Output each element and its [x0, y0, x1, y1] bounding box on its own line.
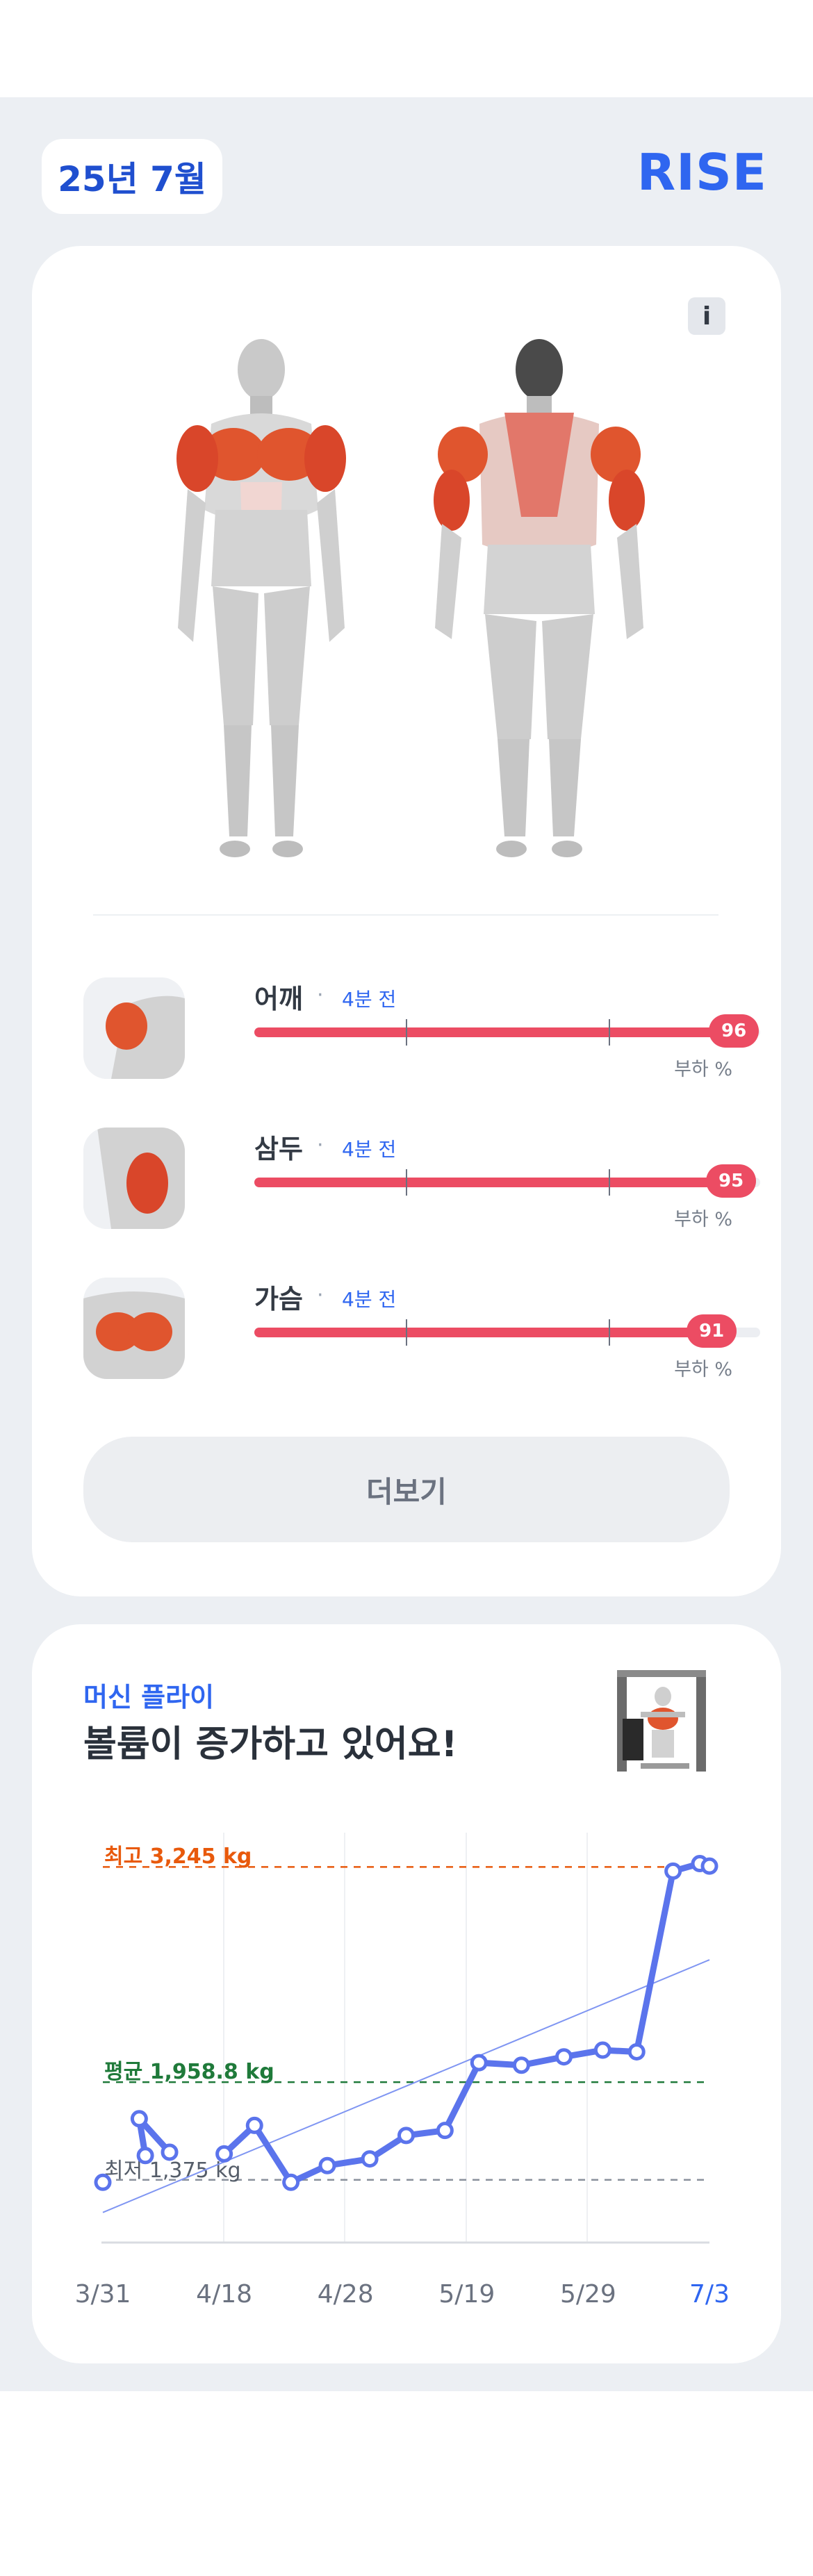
data-point	[361, 2150, 379, 2168]
data-point	[161, 2143, 179, 2161]
muscle-row-chest[interactable]: 가슴 · 4분 전 91 부하 %	[83, 1278, 760, 1382]
x-tick-label: 5/19	[438, 2280, 495, 2309]
load-label: 부하 %	[674, 1359, 732, 1380]
load-value-badge: 91	[687, 1314, 737, 1348]
min-label: 최저 1,375 kg	[104, 2158, 241, 2183]
data-point	[245, 2116, 263, 2134]
data-point	[136, 2147, 154, 2165]
load-bar-fill	[254, 1328, 715, 1337]
tick-mark	[406, 1019, 407, 1046]
load-label: 부하 %	[674, 1059, 732, 1080]
info-button[interactable]: i	[688, 297, 725, 335]
muscle-row-shoulder[interactable]: 어깨 · 4분 전 96 부하 %	[83, 977, 760, 1082]
shoulder-thumbnail	[83, 977, 185, 1079]
volume-series	[94, 1855, 718, 2191]
data-point	[215, 2145, 233, 2163]
separator-dot: ·	[317, 1133, 324, 1157]
data-point	[593, 2041, 611, 2059]
x-tick-label: 3/31	[75, 2280, 131, 2309]
back-body-figure	[434, 339, 645, 857]
volume-chart-card: 머신 플라이 볼륨이 증가하고 있어요! 최고 3,245 kg 평균 1,95…	[32, 1624, 781, 2363]
load-value-badge: 96	[709, 1014, 759, 1048]
separator-dot: ·	[317, 983, 324, 1007]
tick-mark	[609, 1169, 610, 1196]
data-point	[94, 2173, 112, 2191]
load-bar: 96	[254, 1014, 760, 1048]
data-point	[470, 2054, 488, 2072]
muscle-name: 가슴	[254, 1284, 303, 1314]
tick-mark	[406, 1319, 407, 1346]
tick-mark	[609, 1019, 610, 1046]
muscle-name: 삼두	[254, 1134, 303, 1164]
brand-logo: RISE	[637, 143, 767, 201]
load-bar: 95	[254, 1164, 760, 1198]
trend-line	[102, 1959, 710, 2213]
tick-mark	[406, 1169, 407, 1196]
max-label: 최고 3,245 kg	[104, 1844, 252, 1869]
data-point	[318, 2156, 336, 2174]
data-point	[282, 2173, 300, 2191]
month-selector[interactable]: 25년 7월	[42, 139, 222, 214]
x-tick-label: 7/3	[689, 2280, 730, 2309]
load-bar-fill	[254, 1027, 740, 1037]
divider	[93, 914, 718, 916]
muscle-time: 4분 전	[342, 1288, 397, 1311]
data-point	[436, 2122, 454, 2140]
x-axis-ticks: 3/31 4/18 4/28 5/19 5/29 7/3	[75, 2280, 730, 2309]
data-point	[397, 2127, 415, 2145]
load-bar-fill	[254, 1178, 735, 1187]
avg-label: 평균 1,958.8 kg	[104, 2060, 274, 2084]
more-button[interactable]: 더보기	[83, 1437, 730, 1542]
volume-line-chart: 최고 3,245 kg 평균 1,958.8 kg 최저 1,375 kg 3/…	[75, 1833, 730, 2309]
x-tick-label: 5/29	[560, 2280, 616, 2309]
muscle-time: 4분 전	[342, 1138, 397, 1161]
chest-thumbnail	[83, 1278, 185, 1379]
trend-line-path	[102, 1959, 710, 2213]
muscle-time: 4분 전	[342, 988, 397, 1011]
bottom-area	[0, 2391, 813, 2576]
muscle-load-card: i 어깨 · 4분 전 96 부하 % 삼두 · 4분 전 95 부하 % 가슴…	[32, 246, 781, 1596]
status-area	[0, 0, 813, 97]
data-point	[555, 2048, 573, 2066]
triceps-thumbnail	[83, 1128, 185, 1229]
muscle-row-triceps[interactable]: 삼두 · 4분 전 95 부하 %	[83, 1128, 760, 1232]
data-point	[664, 1862, 682, 1880]
x-tick-label: 4/28	[318, 2280, 374, 2309]
load-label: 부하 %	[674, 1209, 732, 1230]
data-point	[700, 1857, 718, 1875]
separator-dot: ·	[317, 1283, 324, 1307]
data-point	[130, 2110, 148, 2128]
x-tick-label: 4/18	[196, 2280, 252, 2309]
data-point	[512, 2056, 530, 2074]
data-point	[627, 2042, 646, 2061]
load-value-badge: 95	[706, 1164, 757, 1198]
muscle-name: 어깨	[254, 984, 303, 1014]
front-body-figure	[176, 339, 346, 857]
load-bar: 91	[254, 1314, 760, 1348]
tick-mark	[609, 1319, 610, 1346]
